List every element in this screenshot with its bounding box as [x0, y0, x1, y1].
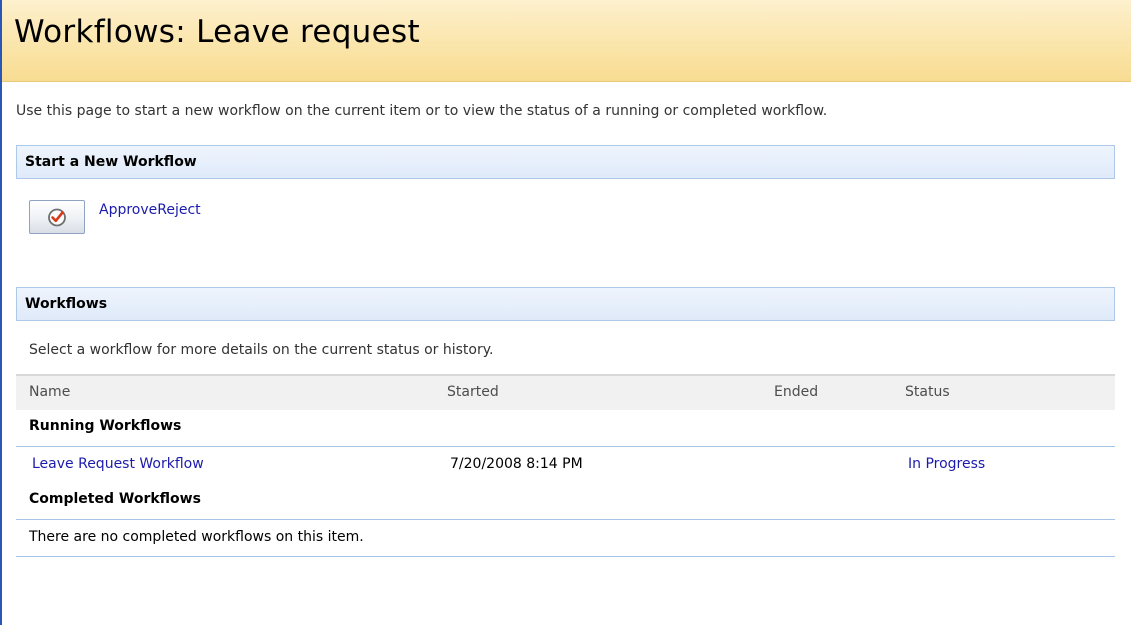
workflow-started-date: 7/20/2008 8:14 PM	[450, 456, 583, 472]
column-header-status: Status	[905, 384, 950, 400]
page-description: Use this page to start a new workflow on…	[16, 103, 828, 119]
running-workflows-group: Running Workflows	[16, 410, 1115, 447]
completed-workflows-group: Completed Workflows	[16, 483, 1115, 520]
workflows-table: Name Started Ended Status Running Workfl…	[16, 374, 1115, 557]
workflow-name-link[interactable]: Leave Request Workflow	[32, 456, 204, 472]
table-header-row: Name Started Ended Status	[16, 374, 1115, 410]
table-row: Leave Request Workflow 7/20/2008 8:14 PM…	[16, 447, 1115, 483]
running-workflows-label: Running Workflows	[29, 418, 182, 434]
workflows-instruction: Select a workflow for more details on th…	[29, 342, 494, 358]
start-workflow-button[interactable]	[29, 200, 85, 234]
completed-workflows-label: Completed Workflows	[29, 491, 201, 507]
start-new-workflow-header: Start a New Workflow	[16, 145, 1115, 179]
column-header-started: Started	[447, 384, 499, 400]
column-header-name: Name	[29, 384, 71, 400]
workflow-check-icon[interactable]	[29, 200, 85, 234]
workflows-section-header: Workflows	[16, 287, 1115, 321]
title-bar: Workflows: Leave request	[2, 0, 1131, 82]
completed-empty-row: There are no completed workflows on this…	[16, 520, 1115, 557]
page-title: Workflows: Leave request	[14, 14, 420, 50]
column-header-ended: Ended	[774, 384, 819, 400]
workflow-status-page: Workflows: Leave request Use this page t…	[0, 0, 1131, 625]
workflow-status-link[interactable]: In Progress	[908, 456, 985, 472]
completed-empty-message: There are no completed workflows on this…	[29, 529, 364, 545]
start-workflow-link-approvereject[interactable]: ApproveReject	[99, 202, 201, 218]
